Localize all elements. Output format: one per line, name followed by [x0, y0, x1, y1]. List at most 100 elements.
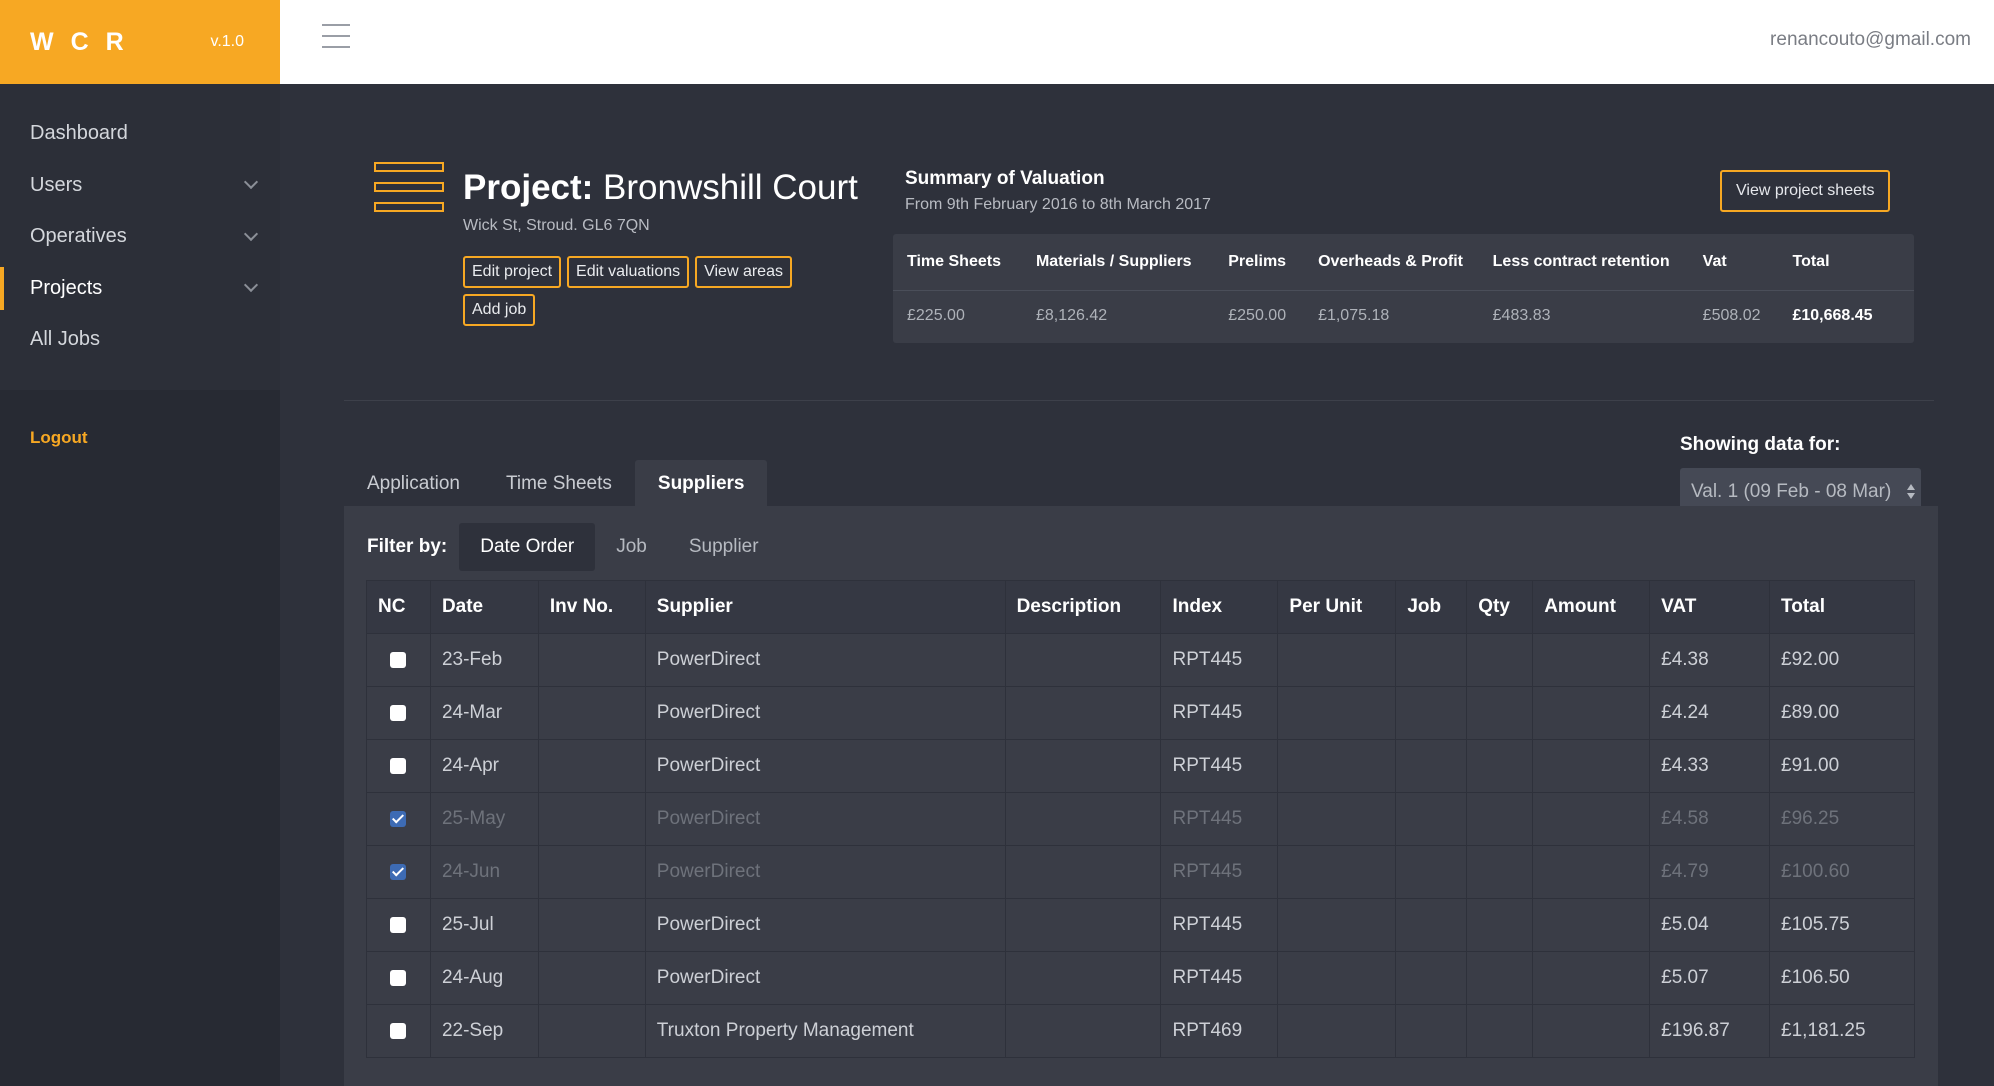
- logout-link[interactable]: Logout: [30, 428, 280, 448]
- sidebar-item-projects[interactable]: Projects: [0, 263, 280, 315]
- total-cell: £100.60: [1769, 845, 1915, 899]
- date-cell: 24-Jun: [429, 845, 539, 899]
- supplier-cell: PowerDirect: [644, 951, 1006, 1005]
- nc-checkbox[interactable]: [390, 810, 407, 827]
- vat-cell: £196.87: [1649, 1004, 1771, 1058]
- table-row[interactable]: 24-Aug PowerDirect RPT445 £5.07 £106.50: [366, 951, 1915, 1005]
- date-cell: 24-Mar: [429, 686, 539, 740]
- hamburger-icon[interactable]: [322, 24, 350, 48]
- column-header[interactable]: Index: [1160, 580, 1279, 634]
- description-cell: [1004, 1004, 1162, 1058]
- column-header[interactable]: Amount: [1532, 580, 1651, 634]
- project-address: Wick St, Stroud. GL6 7QN: [463, 217, 650, 234]
- table-row[interactable]: 24-Mar PowerDirect RPT445 £4.24 £89.00: [366, 686, 1915, 740]
- table-row[interactable]: 25-May PowerDirect RPT445 £4.58 £96.25: [366, 792, 1915, 846]
- edit-project-button[interactable]: Edit project: [463, 256, 562, 288]
- summary-header: Overheads & Profit: [1318, 234, 1493, 291]
- sidebar-item-dashboard[interactable]: Dashboard: [0, 108, 280, 160]
- column-header[interactable]: Description: [1004, 580, 1162, 634]
- sort-arrows-icon: [1907, 484, 1915, 499]
- nc-checkbox[interactable]: [390, 757, 407, 774]
- sidebar: Dashboard Users Operatives Projects All …: [0, 84, 280, 1086]
- job-cell: [1395, 792, 1468, 846]
- nc-checkbox[interactable]: [390, 969, 407, 986]
- tab-application[interactable]: Application: [344, 460, 483, 508]
- project-actions: Edit project Edit valuations View areas …: [463, 256, 823, 326]
- qty-cell: [1466, 792, 1534, 846]
- amount-cell: [1532, 1004, 1651, 1058]
- vat-cell: £5.07: [1649, 951, 1771, 1005]
- column-header[interactable]: Per Unit: [1277, 580, 1397, 634]
- nc-checkbox[interactable]: [390, 1022, 407, 1039]
- tab-bar: Application Time Sheets Suppliers: [344, 460, 768, 508]
- qty-cell: [1466, 951, 1534, 1005]
- column-header[interactable]: Job: [1395, 580, 1468, 634]
- nc-checkbox[interactable]: [390, 704, 407, 721]
- total-cell: £105.75: [1769, 898, 1915, 952]
- tab-time-sheets[interactable]: Time Sheets: [483, 460, 635, 508]
- filter-bar: Filter by: Date Order Job Supplier: [367, 523, 780, 571]
- tab-suppliers[interactable]: Suppliers: [634, 460, 768, 508]
- filter-supplier[interactable]: Supplier: [668, 523, 780, 571]
- nc-checkbox[interactable]: [390, 916, 407, 933]
- brand-logo[interactable]: WCR: [30, 28, 141, 57]
- column-header[interactable]: Total: [1769, 580, 1915, 634]
- table-row[interactable]: 24-Jun PowerDirect RPT445 £4.79 £100.60: [366, 845, 1915, 899]
- qty-cell: [1466, 633, 1534, 687]
- table-row[interactable]: 24-Apr PowerDirect RPT445 £4.33 £91.00: [366, 739, 1915, 793]
- total-cell: £92.00: [1769, 633, 1915, 687]
- summary-value: £1,075.18: [1318, 307, 1390, 325]
- summary-value: £508.02: [1702, 307, 1761, 325]
- index-cell: RPT445: [1160, 633, 1279, 687]
- user-email[interactable]: renancouto@gmail.com: [1770, 29, 1971, 51]
- add-job-button[interactable]: Add job: [463, 294, 536, 326]
- column-header[interactable]: NC: [366, 580, 431, 634]
- invoice-cell: [537, 739, 646, 793]
- section-divider: [344, 400, 1934, 401]
- version-label: v.1.0: [210, 33, 245, 50]
- column-header[interactable]: Qty: [1466, 580, 1534, 634]
- table-row[interactable]: 22-Sep Truxton Property Management RPT469 £…: [366, 1004, 1915, 1058]
- top-bar: renancouto@gmail.com: [280, 0, 1994, 84]
- job-cell: [1395, 633, 1468, 687]
- brand-bar: WCR v.1.0: [0, 0, 280, 84]
- filter-date-order[interactable]: Date Order: [459, 523, 596, 571]
- summary-total: £10,668.45: [1792, 307, 1873, 325]
- table-row[interactable]: 23-Feb PowerDirect RPT445 £4.38 £92.00: [366, 633, 1915, 687]
- index-cell: RPT445: [1160, 951, 1279, 1005]
- filter-job[interactable]: Job: [595, 523, 668, 571]
- table-row[interactable]: 25-Jul PowerDirect RPT445 £5.04 £105.75: [366, 898, 1915, 952]
- project-layers-icon: [374, 162, 444, 212]
- amount-cell: [1532, 739, 1651, 793]
- column-header[interactable]: Supplier: [644, 580, 1006, 634]
- sidebar-item-users[interactable]: Users: [0, 160, 280, 212]
- vat-cell: £4.79: [1649, 845, 1771, 899]
- invoice-cell: [537, 951, 646, 1005]
- vat-cell: £4.58: [1649, 792, 1771, 846]
- table-body: 23-Feb PowerDirect RPT445 £4.38 £92.00 24-Mar…: [366, 633, 1915, 1058]
- column-header[interactable]: VAT: [1649, 580, 1771, 634]
- nc-cell: [366, 633, 431, 687]
- edit-valuations-button[interactable]: Edit valuations: [567, 256, 690, 288]
- nc-checkbox[interactable]: [390, 863, 407, 880]
- amount-cell: [1532, 686, 1651, 740]
- view-project-sheets-button[interactable]: View project sheets: [1720, 170, 1891, 212]
- job-cell: [1395, 739, 1468, 793]
- index-cell: RPT445: [1160, 686, 1279, 740]
- invoice-cell: [537, 686, 646, 740]
- column-header[interactable]: Date: [429, 580, 539, 634]
- amount-cell: [1532, 898, 1651, 952]
- sidebar-item-operatives[interactable]: Operatives: [0, 211, 280, 263]
- date-cell: 25-Jul: [429, 898, 539, 952]
- per-unit-cell: [1277, 1004, 1397, 1058]
- view-areas-button[interactable]: View areas: [695, 256, 792, 288]
- summary-header: Materials / Suppliers: [1035, 234, 1229, 291]
- sidebar-item-all-jobs[interactable]: All Jobs: [0, 314, 280, 366]
- column-header[interactable]: Inv No.: [537, 580, 646, 634]
- invoice-cell: [537, 845, 646, 899]
- qty-cell: [1466, 1004, 1534, 1058]
- nc-checkbox[interactable]: [390, 651, 407, 668]
- nc-cell: [366, 898, 431, 952]
- summary-value: £225.00: [907, 307, 965, 325]
- amount-cell: [1532, 845, 1651, 899]
